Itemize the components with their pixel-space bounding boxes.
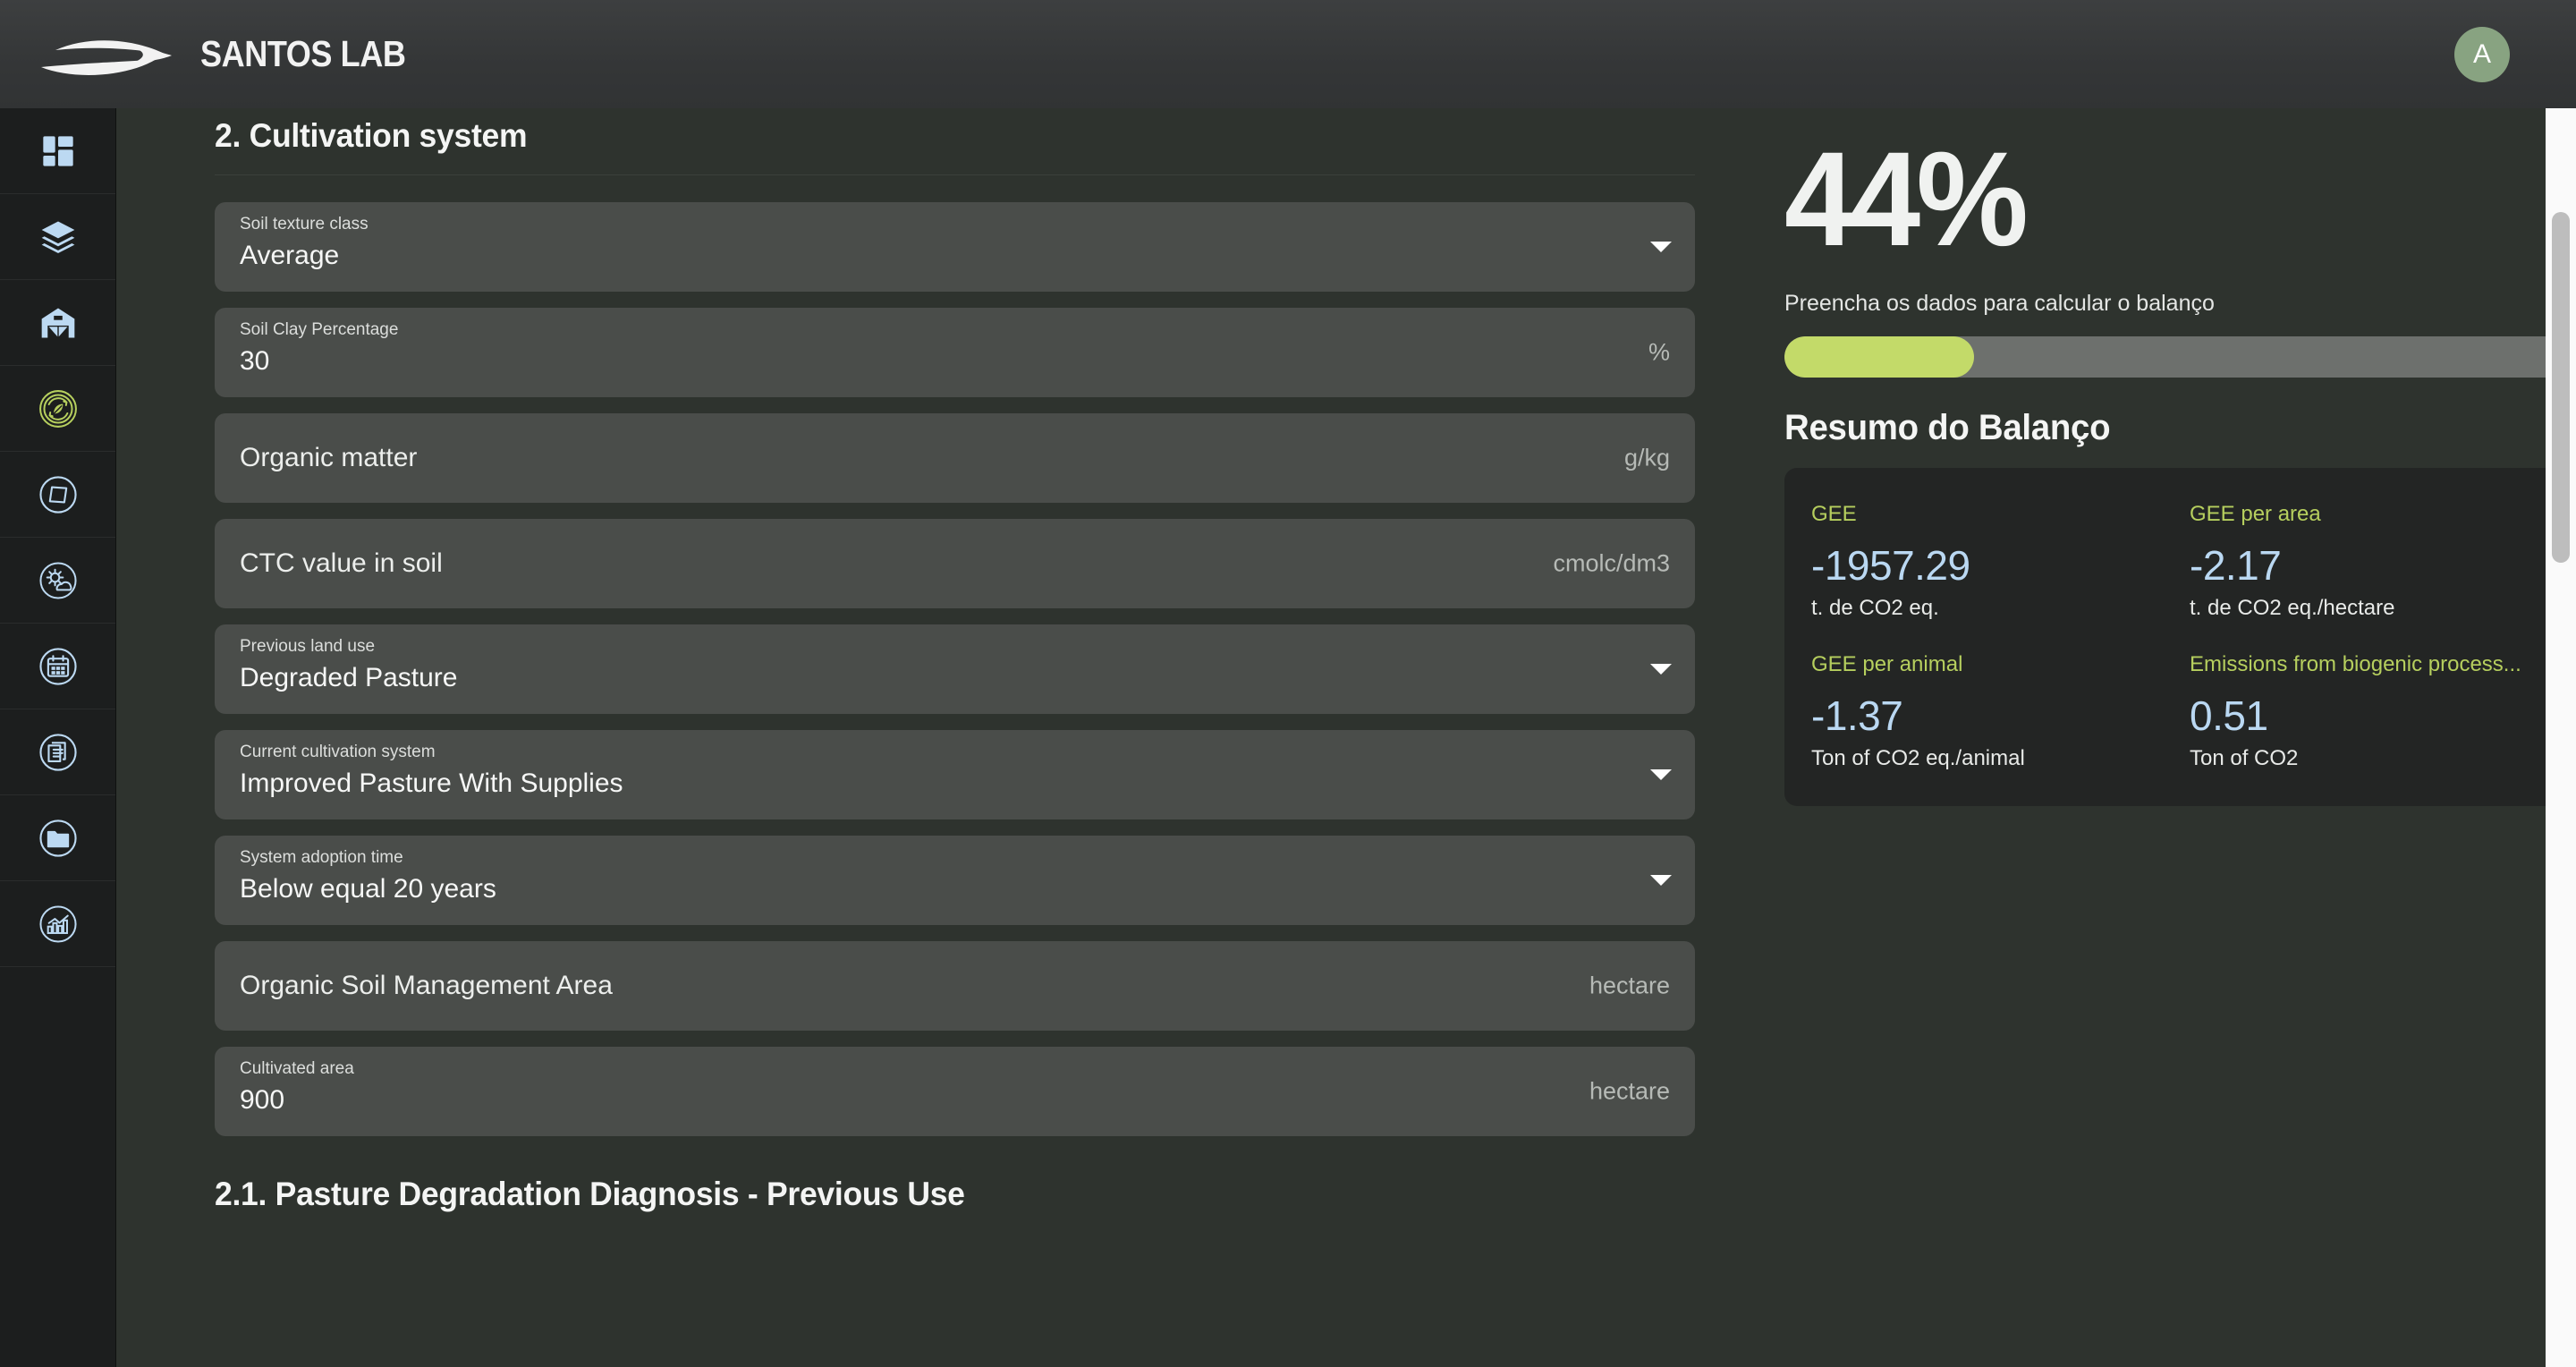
summary-heading: Resumo do Balanço	[1784, 408, 2111, 447]
field-unit: hectare	[1589, 972, 1670, 999]
chevron-down-icon[interactable]	[1650, 769, 1672, 780]
summary-metrics-card: GEE -1957.29 t. de CO2 eq. GEE per area …	[1784, 468, 2570, 806]
sidebar-item-weather[interactable]	[0, 538, 115, 624]
completion-progress-bar	[1784, 336, 2570, 378]
field-soil-clay-percentage[interactable]: Soil Clay Percentage 30 %	[215, 308, 1695, 397]
field-placeholder: Organic Soil Management Area	[240, 971, 613, 1001]
field-soil-texture-class[interactable]: Soil texture class Average	[215, 202, 1695, 292]
completion-percentage: 44%	[1784, 123, 2029, 274]
field-value: Improved Pasture With Supplies	[240, 768, 623, 798]
sidebar-item-documents[interactable]	[0, 709, 115, 795]
metric-value: -1957.29	[1811, 541, 1970, 589]
field-value: Below equal 20 years	[240, 873, 496, 904]
metric-label: Emissions from biogenic process...	[2190, 651, 2521, 676]
dashboard-grid-icon	[42, 135, 73, 166]
field-unit: cmolc/dm3	[1553, 549, 1670, 577]
field-value: Degraded Pasture	[240, 662, 458, 692]
folder-icon	[38, 819, 77, 857]
brand[interactable]: SANTOS LAB	[0, 30, 434, 80]
metric-value: -1.37	[1811, 692, 1903, 739]
sidebar-item-property[interactable]	[0, 452, 115, 538]
metric-unit: t. de CO2 eq./hectare	[2190, 596, 2395, 621]
metric-value: 0.51	[2190, 692, 2268, 739]
field-organic-soil-management-area[interactable]: Organic Soil Management Area hectare	[215, 941, 1695, 1031]
field-label: System adoption time	[240, 848, 403, 867]
metric-unit: t. de CO2 eq.	[1811, 596, 1939, 621]
sidebar-item-carbon-balance[interactable]	[0, 366, 115, 452]
field-placeholder: Organic matter	[240, 443, 418, 473]
field-system-adoption-time[interactable]: System adoption time Below equal 20 year…	[215, 836, 1695, 925]
barn-warehouse-icon	[41, 308, 74, 337]
metric-gee-per-area: GEE per area -2.17 t. de CO2 eq./hectare	[2177, 502, 2555, 622]
progress-fill	[1784, 336, 1975, 378]
weather-sun-cloud-icon	[38, 561, 77, 599]
metric-value: -2.17	[2190, 541, 2282, 589]
sidebar	[0, 108, 116, 1367]
layers-stack-icon	[41, 221, 74, 253]
chevron-down-icon[interactable]	[1650, 242, 1672, 252]
field-value: 900	[240, 1084, 285, 1115]
metric-label: GEE per animal	[1811, 651, 1963, 676]
metric-gee: GEE -1957.29 t. de CO2 eq.	[1799, 502, 2177, 622]
metric-unit: Ton of CO2	[2190, 745, 2299, 770]
app-header: SANTOS LAB A	[0, 0, 2576, 108]
field-value: 30	[240, 345, 270, 376]
sidebar-item-folder[interactable]	[0, 795, 115, 881]
metric-gee-per-animal: GEE per animal -1.37 Ton of CO2 eq./anim…	[1799, 652, 2177, 772]
chevron-down-icon[interactable]	[1650, 664, 1672, 675]
field-previous-land-use[interactable]: Previous land use Degraded Pasture	[215, 624, 1695, 714]
field-unit: g/kg	[1623, 444, 1670, 471]
title-divider	[215, 174, 1695, 175]
diamond-circle-icon	[38, 475, 77, 514]
field-placeholder: CTC value in soil	[240, 548, 443, 579]
app-root: SANTOS LAB A 2. Cultivation system Soil …	[0, 0, 2576, 1367]
avatar[interactable]: A	[2454, 26, 2510, 82]
cultivation-form: 2. Cultivation system Soil texture class…	[215, 108, 1695, 1367]
field-value: Average	[240, 240, 340, 270]
balance-summary-panel: 44% Preencha os dados para calcular o ba…	[1695, 108, 2576, 1367]
field-cultivated-area[interactable]: Cultivated area 900 hectare	[215, 1047, 1695, 1136]
brand-name: SANTOS LAB	[200, 33, 406, 74]
field-label: Current cultivation system	[240, 743, 436, 761]
field-label: Soil Clay Percentage	[240, 320, 399, 339]
fish-swoosh-logo-icon	[41, 39, 172, 75]
field-current-cultivation-system[interactable]: Current cultivation system Improved Past…	[215, 730, 1695, 819]
sidebar-item-farm[interactable]	[0, 280, 115, 366]
field-label: Cultivated area	[240, 1059, 354, 1078]
completion-hint: Preencha os dados para calcular o balanç…	[1784, 291, 2215, 316]
field-unit: %	[1648, 338, 1670, 366]
scrollbar-thumb[interactable]	[2552, 212, 2570, 563]
leaf-carbon-balance-icon	[38, 389, 77, 428]
sidebar-item-calendar[interactable]	[0, 624, 115, 709]
main-content: 2. Cultivation system Soil texture class…	[116, 108, 2576, 1367]
field-unit: hectare	[1589, 1077, 1670, 1105]
page-scrollbar[interactable]	[2546, 108, 2576, 1367]
field-label: Previous land use	[240, 637, 376, 656]
sidebar-item-analytics[interactable]	[0, 881, 115, 967]
analytics-chart-icon	[38, 904, 77, 943]
metric-biogenic-emissions: Emissions from biogenic process... 0.51 …	[2177, 652, 2555, 772]
field-ctc-value-in-soil[interactable]: CTC value in soil cmolc/dm3	[215, 519, 1695, 608]
body-row: 2. Cultivation system Soil texture class…	[0, 108, 2576, 1367]
chevron-down-icon[interactable]	[1650, 875, 1672, 886]
metric-unit: Ton of CO2 eq./animal	[1811, 745, 2025, 770]
metric-label: GEE	[1811, 502, 1857, 526]
field-organic-matter[interactable]: Organic matter g/kg	[215, 413, 1695, 503]
documents-icon	[38, 733, 77, 771]
field-label: Soil texture class	[240, 215, 369, 233]
sidebar-item-layers[interactable]	[0, 194, 115, 280]
metric-label: GEE per area	[2190, 502, 2321, 526]
calendar-icon	[38, 647, 77, 685]
subsection-title: 2.1. Pasture Degradation Diagnosis - Pre…	[215, 1176, 965, 1212]
page-title: 2. Cultivation system	[215, 117, 528, 154]
sidebar-item-dashboard[interactable]	[0, 108, 115, 194]
